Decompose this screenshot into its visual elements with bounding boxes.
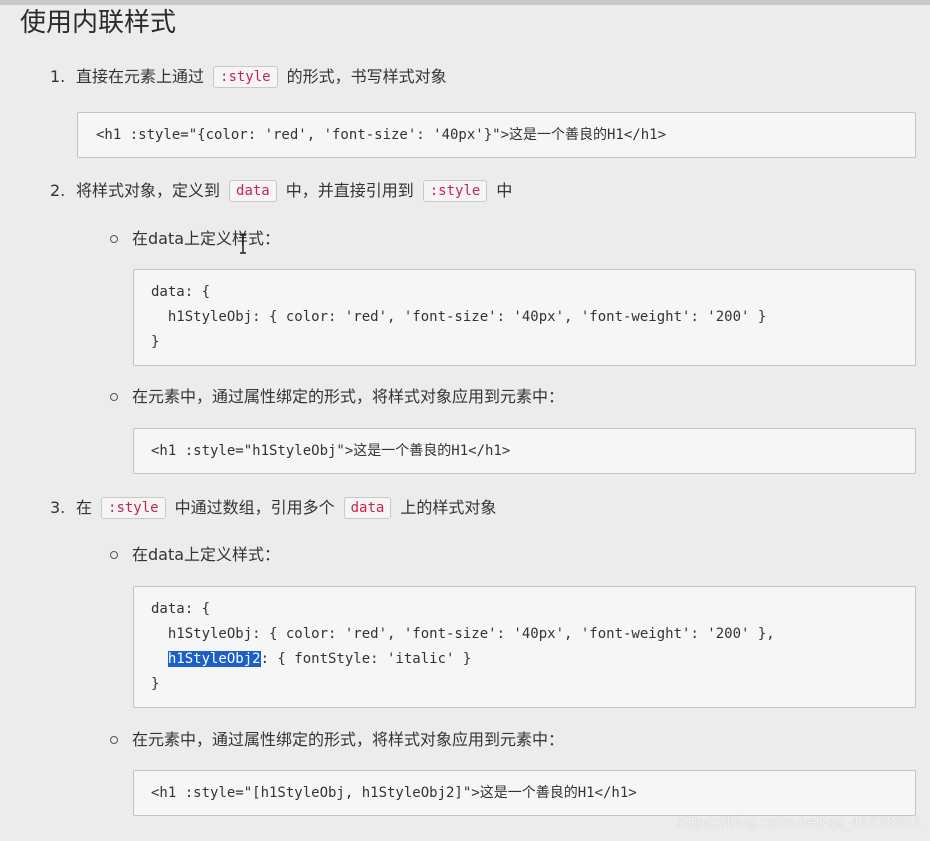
- code-block: <h1 :style="h1StyleObj">这是一个善良的H1</h1>: [133, 428, 916, 474]
- code-block: data: { h1StyleObj: { color: 'red', 'fon…: [133, 269, 916, 366]
- code-text: : { fontStyle: 'italic' }: [260, 651, 472, 667]
- item-text: 上的样式对象: [400, 498, 497, 517]
- sub-item-text: 在data上定义样式：: [132, 229, 281, 248]
- sub-item-text: 在元素中，通过属性绑定的形式，将样式对象应用到元素中：: [132, 387, 565, 406]
- code-line: data: {: [151, 601, 211, 617]
- inline-code: :style: [213, 66, 278, 88]
- code-block: <h1 :style="[h1StyleObj, h1StyleObj2]">这…: [133, 770, 916, 816]
- code-line: <h1 :style="[h1StyleObj, h1StyleObj2]">这…: [151, 785, 637, 801]
- list-item-1: 1. 直接在元素上通过 :style 的形式，书写样式对象: [50, 65, 447, 89]
- sub-item: 在元素中，通过属性绑定的形式，将样式对象应用到元素中：: [132, 385, 564, 409]
- sub-item: 在data上定义样式：: [132, 543, 280, 567]
- item-text: 中: [496, 181, 513, 200]
- bullet-icon: [110, 736, 118, 744]
- inline-code: :style: [101, 497, 166, 519]
- inline-code: data: [343, 497, 392, 519]
- item-text: 中通过数组，引用多个: [174, 498, 335, 517]
- sub-item: 在data上定义样式：: [132, 227, 280, 251]
- page-title: 使用内联样式: [20, 8, 177, 38]
- item-text: 的形式，书写样式对象: [286, 67, 447, 86]
- code-line: <h1 :style="{color: 'red', 'font-size': …: [96, 127, 667, 143]
- list-number: 1.: [50, 67, 66, 86]
- sub-item-text: 在元素中，通过属性绑定的形式，将样式对象应用到元素中：: [132, 730, 565, 749]
- item-text: 中，并直接引用到: [285, 181, 414, 200]
- code-line: }: [151, 334, 160, 350]
- list-number: 3.: [50, 498, 66, 517]
- code-line: h1StyleObj: { color: 'red', 'font-size':…: [151, 309, 767, 325]
- bullet-icon: [110, 551, 118, 559]
- inline-code: data: [229, 180, 277, 202]
- inline-code: :style: [422, 180, 488, 202]
- code-line: h1StyleObj2: { fontStyle: 'italic' }: [151, 649, 471, 669]
- bullet-icon: [110, 235, 118, 243]
- bullet-icon: [110, 393, 118, 401]
- item-text: 直接在元素上通过: [76, 67, 205, 86]
- sub-item-text: 在data上定义样式：: [132, 545, 281, 564]
- code-line: <h1 :style="h1StyleObj">这是一个善良的H1</h1>: [151, 443, 511, 459]
- sub-item: 在元素中，通过属性绑定的形式，将样式对象应用到元素中：: [132, 728, 564, 752]
- text-cursor-icon: [240, 234, 246, 254]
- selected-text[interactable]: h1StyleObj2: [167, 651, 261, 667]
- item-text: 将样式对象，定义到: [76, 181, 221, 200]
- item-text: 在: [76, 498, 93, 517]
- code-line: h1StyleObj: { color: 'red', 'font-size':…: [151, 626, 775, 642]
- list-item-2: 2. 将样式对象，定义到 data 中，并直接引用到 :style 中: [50, 179, 512, 203]
- code-block: <h1 :style="{color: 'red', 'font-size': …: [77, 112, 916, 158]
- list-number: 2.: [50, 181, 66, 200]
- watermark: https://blog.csdn.net/qq_42238851: [676, 815, 922, 831]
- code-block: data: { h1StyleObj: { color: 'red', 'fon…: [133, 586, 916, 708]
- code-line: }: [151, 676, 160, 692]
- code-line: data: {: [151, 284, 211, 300]
- list-item-3: 3. 在 :style 中通过数组，引用多个 data 上的样式对象: [50, 496, 496, 520]
